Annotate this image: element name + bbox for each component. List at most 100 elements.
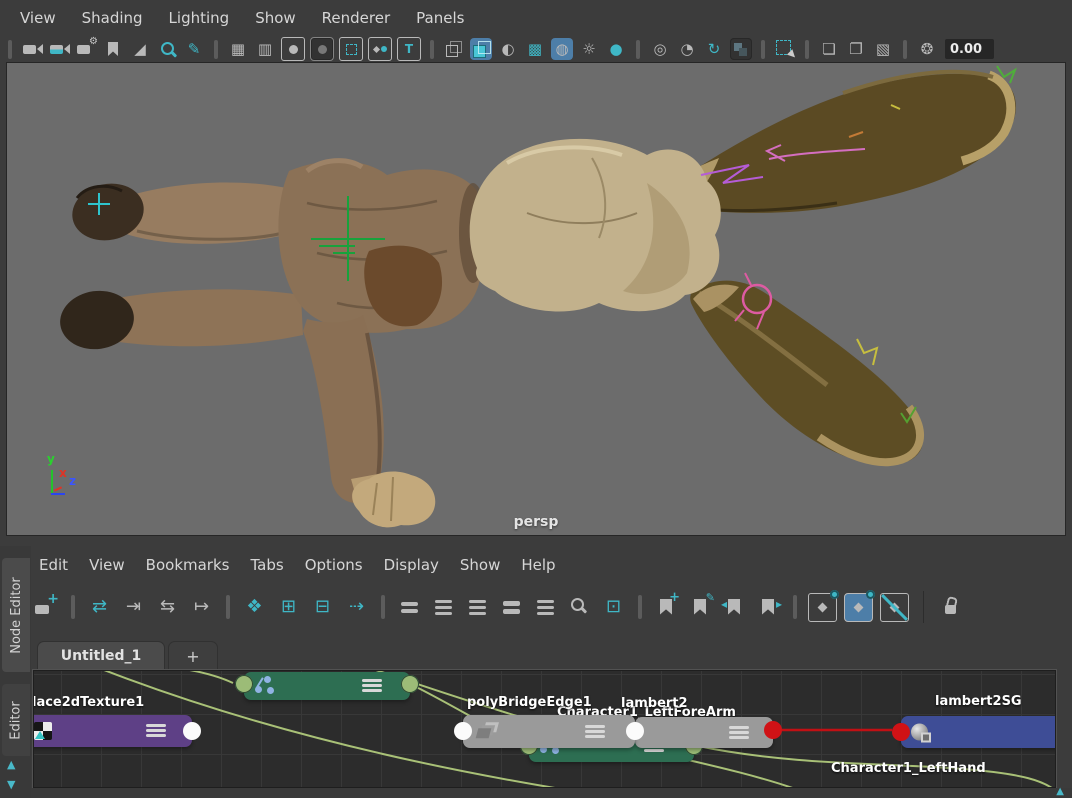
select-cursor-icon[interactable] <box>774 38 796 60</box>
motion-blur-icon[interactable]: ◔ <box>676 38 698 60</box>
panel-scroll-down-icon[interactable]: ▼ <box>7 778 15 791</box>
menu-shading[interactable]: Shading <box>82 9 143 27</box>
menu-help[interactable]: Help <box>521 556 555 574</box>
textured-sphere-icon[interactable]: ◐ <box>497 38 519 60</box>
camera-icon[interactable] <box>21 38 43 60</box>
show-shaders-eye-icon[interactable] <box>844 593 873 622</box>
toolbar-divider <box>923 591 924 623</box>
graph-tab-untitled-1[interactable]: Untitled_1 <box>37 641 165 670</box>
output-connections-icon[interactable]: ↦ <box>188 594 215 621</box>
menu-panels[interactable]: Panels <box>416 9 464 27</box>
film-gate-icon[interactable]: ▥ <box>254 38 276 60</box>
pin-arrow-icon[interactable]: ⇢ <box>343 594 370 621</box>
lock-icon[interactable] <box>938 594 965 621</box>
overlap-squares-filled-icon[interactable]: ❐ <box>845 38 867 60</box>
toolbar-separator <box>430 40 434 59</box>
node-editor-tabbar: Untitled_1+ <box>31 630 1072 670</box>
viewport-toolbar: ◢ ✎ ▦▥ T ◐▩◍☼● ◎◔↻ ❏❐▧ ❂ 0.00 <box>0 36 1072 62</box>
display-compact-icon[interactable] <box>532 594 559 621</box>
occlusion-sphere-icon[interactable]: ◎ <box>649 38 671 60</box>
add-to-graph-icon[interactable]: ⊞ <box>275 594 302 621</box>
panel-scroll-up-icon[interactable]: ▲ <box>7 758 15 771</box>
checkered-sphere-icon[interactable]: ◍ <box>551 38 573 60</box>
display-connected-icon[interactable] <box>430 594 457 621</box>
light-icon[interactable]: ☼ <box>578 38 600 60</box>
menu-view[interactable]: View <box>20 9 56 27</box>
menu-options[interactable]: Options <box>305 556 363 574</box>
frame-selection-icon[interactable]: ⊡ <box>600 594 627 621</box>
camera-lock-icon[interactable] <box>48 38 70 60</box>
input-output-connections-icon[interactable]: ⇆ <box>154 594 181 621</box>
show-swatch-eye-icon[interactable] <box>808 593 837 622</box>
bookmark-prev-icon[interactable] <box>721 594 748 621</box>
character-head <box>470 139 721 312</box>
sync-arrows-icon[interactable]: ⇄ <box>86 594 113 621</box>
menu-show[interactable]: Show <box>255 9 295 27</box>
menu-tabs[interactable]: Tabs <box>250 556 283 574</box>
menu-renderer[interactable]: Renderer <box>322 9 390 27</box>
menu-display[interactable]: Display <box>384 556 439 574</box>
node-graph[interactable]: Character1_LeftForeArm lace2dTexture1lam… <box>33 670 1056 788</box>
textured-cube-icon[interactable]: ▩ <box>524 38 546 60</box>
pencil-icon[interactable]: ✎ <box>183 38 205 60</box>
zoom-select-icon[interactable] <box>156 38 178 60</box>
panel-splitter[interactable] <box>0 536 1072 546</box>
dim-squares-icon[interactable] <box>730 38 752 60</box>
camera-name-label: persp <box>7 514 1065 530</box>
panel-tab-node-editor[interactable]: Node Editor <box>2 558 30 672</box>
grid-icon[interactable]: ▦ <box>227 38 249 60</box>
new-tab-button[interactable]: + <box>168 641 218 670</box>
floating-node-label: Character1_LeftHand <box>831 761 986 776</box>
menu-view[interactable]: View <box>89 556 125 574</box>
aperture-icon[interactable]: ❂ <box>916 38 938 60</box>
toolbar-separator <box>793 595 797 619</box>
hide-swatch-eye-icon[interactable] <box>880 593 909 622</box>
image-diagonal-icon[interactable]: ▧ <box>872 38 894 60</box>
bookmark-icon[interactable] <box>102 38 124 60</box>
view-axis-gizmo: y x z <box>42 457 88 503</box>
overlap-squares-icon[interactable]: ❏ <box>818 38 840 60</box>
gate-mask-icon[interactable] <box>310 37 334 61</box>
remove-from-graph-icon[interactable]: ⊟ <box>309 594 336 621</box>
camera-gear-icon[interactable] <box>75 38 97 60</box>
shadows-icon[interactable]: ● <box>605 38 627 60</box>
axis-x-label: x <box>59 466 67 480</box>
menu-show[interactable]: Show <box>460 556 500 574</box>
safe-action-icon[interactable] <box>368 37 392 61</box>
toolbar-separator <box>638 595 642 619</box>
create-node-icon[interactable] <box>33 594 60 621</box>
safe-title-icon[interactable]: T <box>397 37 421 61</box>
node-editor-panel: Node Editor Editor ▲ ▼ Edit View Bookmarks T… <box>0 546 1072 798</box>
axis-x-line <box>54 486 62 491</box>
axis-y-label: y <box>47 452 55 466</box>
display-full-icon[interactable] <box>464 594 491 621</box>
panel-tab-editor[interactable]: Editor <box>2 684 30 756</box>
toolbar-separator <box>8 40 12 59</box>
axis-z-label: z <box>69 474 76 488</box>
field-chart-icon[interactable] <box>339 37 363 61</box>
bookmark-add-icon[interactable] <box>653 594 680 621</box>
wireframe-cube-icon[interactable] <box>443 38 465 60</box>
search-icon[interactable] <box>566 594 593 621</box>
display-simple-icon[interactable] <box>396 594 423 621</box>
toolbar-separator <box>903 40 907 59</box>
bookmark-next-icon[interactable] <box>755 594 782 621</box>
axis-y-line <box>51 470 53 494</box>
circular-arrows-icon[interactable]: ↻ <box>703 38 725 60</box>
menu-bookmarks[interactable]: Bookmarks <box>146 556 230 574</box>
display-bold-icon[interactable] <box>498 594 525 621</box>
add-selected-icon[interactable]: ❖ <box>241 594 268 621</box>
toolbar-separator <box>226 595 230 619</box>
exposure-field[interactable]: 0.00 <box>945 39 994 59</box>
viewport-3d[interactable]: y x z persp <box>6 62 1066 536</box>
image-plane-icon[interactable]: ◢ <box>129 38 151 60</box>
menu-lighting[interactable]: Lighting <box>169 9 230 27</box>
input-connections-icon[interactable]: ⇥ <box>120 594 147 621</box>
menu-edit[interactable]: Edit <box>39 556 68 574</box>
bookmark-edit-icon[interactable] <box>687 594 714 621</box>
viewport-panel: View Shading Lighting Show Renderer Panels ◢ ✎… <box>0 0 1072 536</box>
toolbar-separator <box>214 40 218 59</box>
resolution-gate-icon[interactable] <box>281 37 305 61</box>
graph-scroll-up-icon[interactable]: ▲ <box>1056 786 1064 797</box>
shaded-cube-icon[interactable] <box>470 38 492 60</box>
